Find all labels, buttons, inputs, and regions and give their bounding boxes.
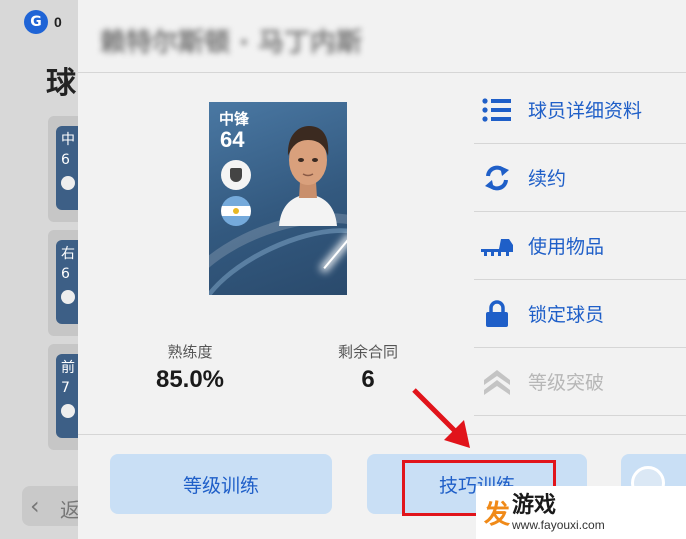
- proficiency-label: 熟练度: [167, 343, 213, 361]
- level-training-button[interactable]: 等级训练: [110, 454, 332, 514]
- header-divider: [78, 72, 686, 73]
- menu-item-label: 续约: [528, 168, 567, 190]
- menu-item-label: 等级突破: [528, 372, 605, 394]
- contract-label: 剩余合同: [337, 343, 398, 361]
- lock-icon: [474, 280, 520, 347]
- boot-icon: [474, 212, 520, 279]
- bottom-divider: [78, 434, 686, 435]
- menu-item-lock-player[interactable]: 锁定球员: [474, 280, 686, 348]
- player-card: 中锋 64: [209, 102, 347, 295]
- background-card-rating: 6: [61, 266, 70, 282]
- player-rating: 64: [220, 127, 245, 152]
- club-badge-icon: [61, 176, 75, 190]
- player-options-menu: 球员详细资料 续约 使用物品 锁定球员 等级突破: [474, 76, 686, 416]
- club-badge-icon: [221, 160, 251, 190]
- menu-item-label: 球员详细资料: [528, 100, 643, 122]
- player-position: 中锋: [219, 110, 250, 128]
- background-card-rating: 6: [61, 152, 70, 168]
- background-title: 球: [46, 66, 76, 101]
- refresh-icon: [474, 144, 520, 211]
- background-card-rating: 7: [61, 380, 70, 396]
- background-card-text: 中: [61, 132, 75, 148]
- red-arrow-icon: [412, 388, 470, 448]
- list-icon: [474, 76, 520, 143]
- currency-amount: 0: [54, 14, 62, 30]
- menu-item-use-items[interactable]: 使用物品: [474, 212, 686, 280]
- proficiency-value: 85.0%: [155, 366, 225, 393]
- menu-item-level-breakthrough: 等级突破: [474, 348, 686, 416]
- g-coin-icon: G: [24, 10, 48, 34]
- watermark-text: 游戏 www.fayouxi.com: [512, 492, 605, 532]
- argentina-flag-icon: [221, 196, 251, 226]
- chevron-up-icon: [474, 348, 520, 415]
- watermark: 发 游戏 www.fayouxi.com: [476, 486, 686, 539]
- player-portrait: [279, 126, 337, 226]
- club-badge-icon: [61, 404, 75, 418]
- menu-item-label: 使用物品: [528, 236, 605, 258]
- background-card-text: 前: [61, 360, 75, 376]
- club-badge-icon: [61, 290, 75, 304]
- proficiency-stat: 熟练度 85.0%: [130, 341, 250, 394]
- watermark-logo: 发: [484, 500, 511, 530]
- player-options-panel: 赖特尔斯顿 · 马丁内斯 中锋 64 熟练度 85.0% 剩余合同 6 球员详细…: [78, 0, 686, 539]
- chevron-left-icon: ‹: [30, 492, 40, 520]
- background-card-text: 右: [61, 246, 75, 262]
- currency-display: G 0: [24, 10, 62, 34]
- watermark-name: 游戏: [512, 492, 557, 518]
- menu-item-renew-contract[interactable]: 续约: [474, 144, 686, 212]
- back-label: 返: [60, 498, 80, 522]
- menu-item-player-details[interactable]: 球员详细资料: [474, 76, 686, 144]
- watermark-url: www.fayouxi.com: [512, 517, 605, 532]
- player-name: 赖特尔斯顿 · 马丁内斯: [100, 28, 362, 58]
- menu-item-label: 锁定球员: [528, 304, 605, 326]
